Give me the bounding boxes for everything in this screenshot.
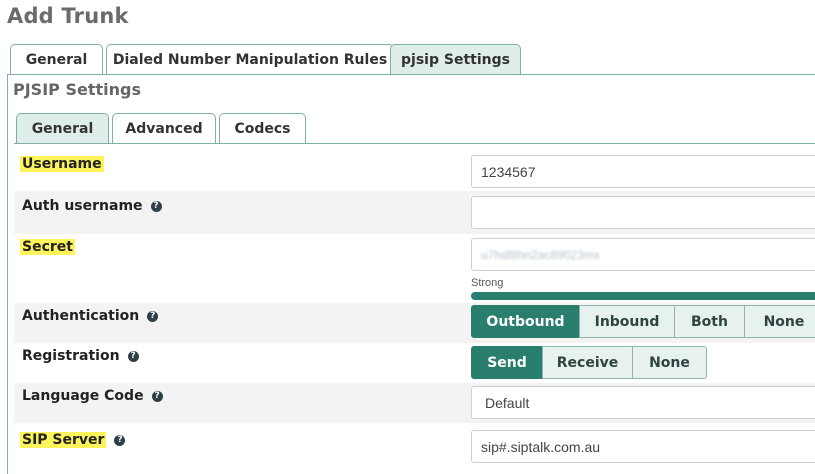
sip-server-label: SIP Server ? (20, 432, 126, 448)
password-strength-bar (471, 292, 815, 300)
auth-username-label: Auth username ? (22, 198, 162, 214)
username-input[interactable]: 1234567 (471, 155, 815, 188)
registration-send-button[interactable]: Send (471, 346, 543, 379)
authentication-label-text: Authentication (22, 308, 140, 324)
auth-username-input[interactable] (471, 196, 815, 229)
help-icon[interactable]: ? (114, 434, 126, 446)
registration-label-text: Registration (22, 348, 120, 364)
section-title: PJSIP Settings (13, 80, 141, 99)
username-label: Username (20, 156, 104, 172)
inner-tab-codecs[interactable]: Codecs (219, 113, 306, 144)
secret-label-text: Secret (20, 239, 75, 255)
authentication-label: Authentication ? (22, 308, 159, 324)
username-label-text: Username (20, 156, 104, 172)
tab-general[interactable]: General (10, 44, 103, 75)
secret-input[interactable]: u7hdf8hn2ac89023mx (471, 238, 815, 271)
sip-server-input[interactable]: sip#.siptalk.com.au (471, 430, 815, 463)
page-title: Add Trunk (7, 4, 129, 28)
help-icon[interactable]: ? (150, 200, 162, 212)
help-icon[interactable]: ? (127, 350, 139, 362)
tab-pjsip-settings[interactable]: pjsip Settings (390, 44, 521, 75)
secret-value: u7hdf8hn2ac89023mx (481, 247, 600, 262)
registration-button-group: Send Receive None (471, 346, 707, 379)
authentication-none-button[interactable]: None (744, 305, 815, 338)
help-icon[interactable]: ? (147, 310, 159, 322)
password-strength-label: Strong (471, 277, 504, 289)
authentication-inbound-button[interactable]: Inbound (579, 305, 675, 338)
inner-tab-advanced[interactable]: Advanced (112, 113, 216, 144)
sip-server-label-text: SIP Server (20, 432, 107, 448)
authentication-both-button[interactable]: Both (674, 305, 745, 338)
tab-dialed-number-manipulation-rules[interactable]: Dialed Number Manipulation Rules (106, 44, 394, 75)
auth-username-label-text: Auth username (22, 198, 143, 214)
language-code-label-text: Language Code (22, 388, 144, 404)
authentication-outbound-button[interactable]: Outbound (471, 305, 580, 338)
secret-label: Secret (20, 239, 75, 255)
inner-tab-general[interactable]: General (16, 113, 109, 144)
inner-tab-divider (14, 143, 815, 144)
registration-none-button[interactable]: None (632, 346, 707, 379)
registration-label: Registration ? (22, 348, 139, 364)
registration-receive-button[interactable]: Receive (542, 346, 633, 379)
language-code-label: Language Code ? (22, 388, 163, 404)
help-icon[interactable]: ? (151, 390, 163, 402)
language-code-select[interactable]: Default (471, 386, 815, 419)
authentication-button-group: Outbound Inbound Both None (471, 305, 815, 338)
